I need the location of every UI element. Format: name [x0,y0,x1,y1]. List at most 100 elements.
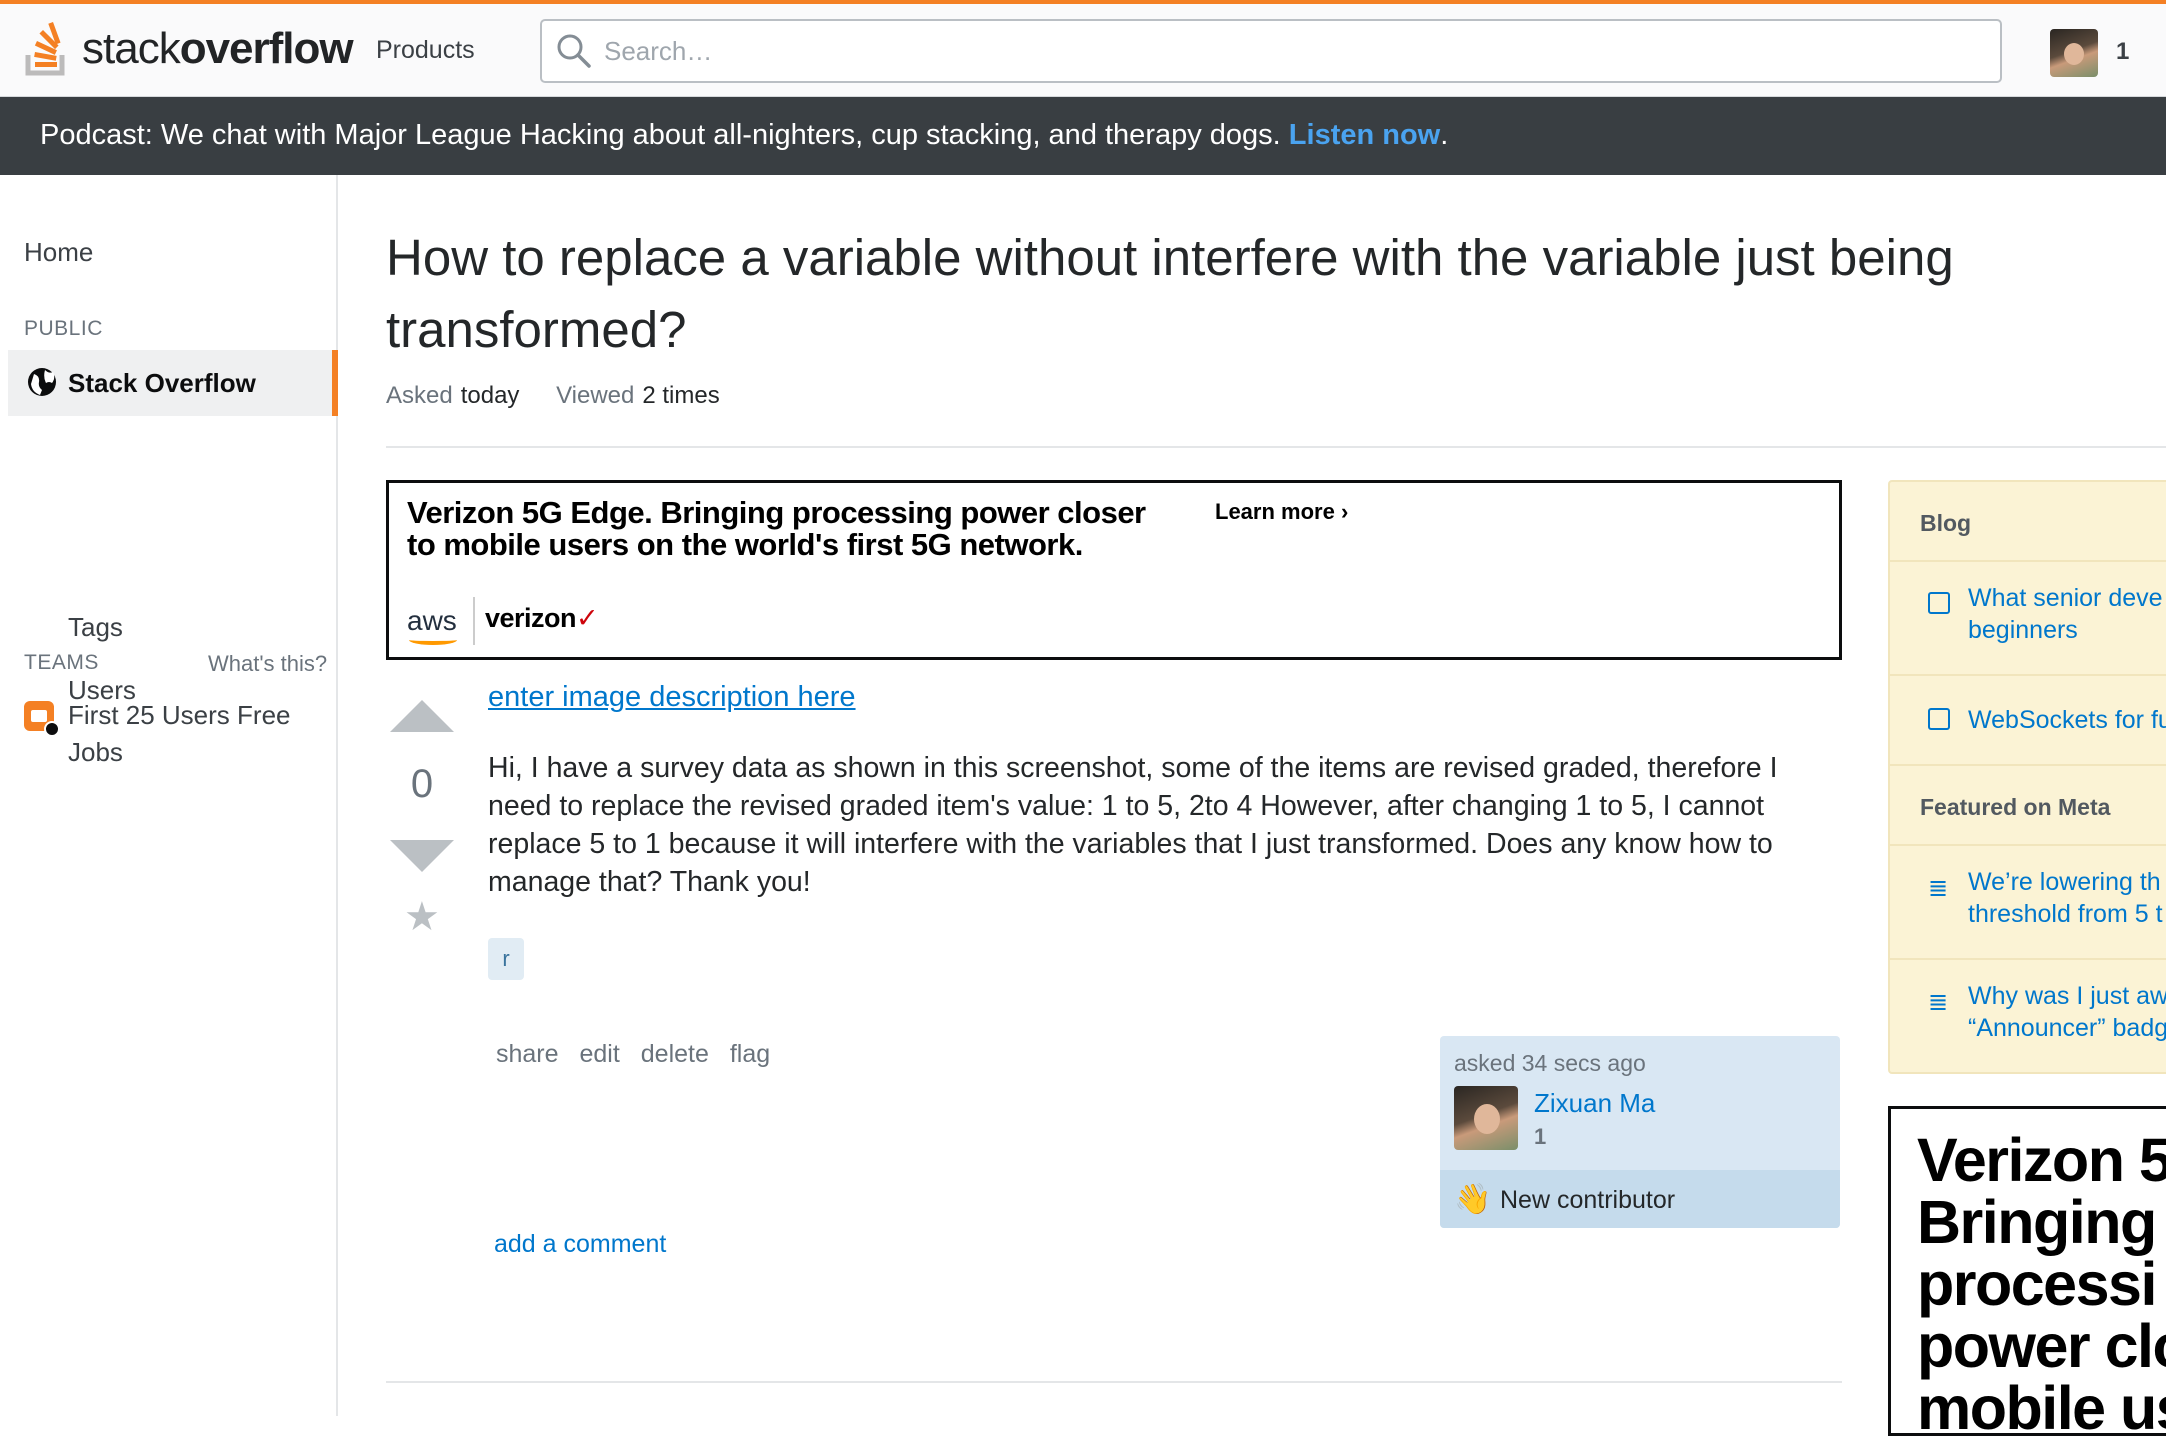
waving-hand-icon: 👋 [1454,1183,1492,1216]
stack-overflow-small-icon: ≣ [1928,875,1949,902]
products-link[interactable]: Products [376,36,475,65]
aws-smile-icon [409,635,457,645]
divider [386,1381,1842,1383]
question-body: Hi, I have a survey data as shown in thi… [488,752,1778,898]
logo-link[interactable]: stackoverflow [22,16,354,82]
blog-item[interactable]: What senior deve beginners [1890,562,2166,676]
search-box[interactable] [540,19,2002,83]
listen-now-link[interactable]: Listen now [1289,119,1440,151]
nav-public-heading: PUBLIC [24,317,103,340]
ad-line: Bringing [1917,1188,2157,1256]
banner-text: Podcast: We chat with Major League Hacki… [40,119,1289,151]
meta-item[interactable]: ≣ We’re lowering th threshold from 5 t [1890,846,2166,960]
whats-this-link[interactable]: What's this? [208,651,327,677]
post-owner-card: asked 34 secs ago Zixuan Ma 1 👋 New cont… [1440,1036,1840,1228]
meta-item-line1: Why was I just aw [1968,982,2166,1010]
ad-line: processi [1917,1250,2157,1318]
blog-item[interactable]: WebSockets for fu [1890,676,2166,766]
stack-overflow-small-icon: ≣ [1928,989,1949,1016]
ad-learn-more-label: Learn more [1215,499,1335,524]
meta-item-title[interactable]: Why was I just aw “Announcer” badg [1968,980,2166,1044]
avatar-face [1474,1104,1500,1134]
meta-item-line1: We’re lowering th [1968,868,2161,896]
chevron-right-icon: › [1340,499,1349,524]
banner-trail: . [1440,119,1449,151]
nav-stack-overflow[interactable]: Stack Overflow [8,350,338,416]
nav-teams-heading: TEAMS [24,651,99,674]
podcast-banner: Podcast: We chat with Major League Hacki… [0,97,2166,175]
meta-item-line2: “Announcer” badg [1968,1014,2166,1042]
ad-learn-more-link[interactable]: Learn more › [1215,499,1348,525]
question-meta: Asked today Viewed 2 times [386,382,750,410]
asked-value: today [460,382,520,409]
nav-tags[interactable]: Tags [68,612,123,643]
owner-reputation: 1 [1534,1124,1547,1149]
aws-logo: aws [407,605,457,636]
top-bar: stackoverflow Products 1 [0,0,2166,97]
logo-bold-text: overflow [179,24,354,73]
blog-item-line1: What senior deve [1968,584,2163,612]
comment-bubble-icon [1928,708,1950,737]
edit-link[interactable]: edit [580,1040,620,1068]
tag-r[interactable]: r [488,938,524,980]
avatar-face [2064,43,2084,65]
image-description-link[interactable]: enter image description here [488,681,856,714]
delete-link[interactable]: delete [641,1040,709,1068]
blog-item-title[interactable]: WebSockets for fu [1968,704,2166,736]
logo-light-text: stack [82,24,181,73]
user-avatar[interactable] [2050,29,2098,77]
ad-line: Verizon 5 [1917,1126,2166,1194]
flag-link[interactable]: flag [730,1040,770,1068]
ad-line: mobile us [1917,1374,2166,1436]
upvote-button[interactable] [390,700,454,732]
ad-logo-separator [473,597,475,645]
verizon-check-icon: ✓ [576,603,599,633]
globe-icon [28,368,56,396]
post-menu: share edit delete flag [496,1040,770,1069]
nav-first-users-free[interactable]: First 25 Users Free [24,700,291,737]
left-sidebar: Home PUBLIC Stack Overflow Tags Users Jo… [0,175,338,1416]
blog-header: Blog [1890,482,2166,562]
info-dot-icon [44,720,60,737]
blog-item-line2: beginners [1968,616,2078,644]
meta-item-line2: threshold from 5 t [1968,900,2163,928]
new-contributor-badge[interactable]: 👋 New contributor [1440,1170,1840,1228]
search-icon [557,34,591,68]
verizon-wordmark: verizon [485,603,577,633]
divider [386,446,2166,448]
stack-overflow-logo-icon [25,22,65,76]
blog-widget: Blog What senior deve beginners WebSocke… [1888,480,2166,1074]
asked-label: Asked [386,382,453,409]
add-comment-link[interactable]: add a comment [494,1230,666,1259]
nav-home[interactable]: Home [24,237,93,268]
favorite-star-icon[interactable]: ★ [404,897,440,937]
ad-headline: Verizon 5G Edge. Bringing processing pow… [407,497,1146,561]
briefcase-icon [24,700,60,737]
first-users-free-label: First 25 Users Free [68,700,291,730]
asked-time[interactable]: asked 34 secs ago [1454,1050,1646,1077]
viewed-label: Viewed [556,382,635,409]
new-contributor-label: New contributor [1500,1186,1676,1214]
share-link[interactable]: share [496,1040,559,1068]
featured-meta-header: Featured on Meta [1890,766,2166,846]
meta-item[interactable]: ≣ Why was I just aw “Announcer” badg [1890,960,2166,1072]
owner-avatar[interactable] [1454,1086,1518,1150]
nav-stack-overflow-label: Stack Overflow [68,368,256,398]
meta-item-title[interactable]: We’re lowering th threshold from 5 t [1968,866,2166,930]
ad-headline-line2: to mobile users on the world's first 5G … [407,527,1083,562]
logo-wordmark: stackoverflow [82,24,354,74]
advertisement-banner[interactable]: Verizon 5G Edge. Bringing processing pow… [386,480,1842,660]
search-input[interactable] [604,31,1984,71]
user-reputation[interactable]: 1 [2116,38,2129,66]
owner-name-link[interactable]: Zixuan Ma [1534,1088,1655,1119]
question-title[interactable]: How to replace a variable without interf… [386,222,2146,366]
sidebar-ad-text: Verizon 5 Bringing processi power clo mo… [1917,1126,2166,1436]
nav-jobs[interactable]: Jobs [68,737,123,768]
blog-item-title[interactable]: What senior deve beginners [1968,582,2166,646]
sidebar-advertisement[interactable]: Verizon 5 Bringing processi power clo mo… [1888,1106,2166,1436]
ad-headline-line1: Verizon 5G Edge. Bringing processing pow… [407,495,1146,530]
comment-bubble-icon [1928,592,1950,621]
viewed-value: 2 times [642,382,720,409]
downvote-button[interactable] [390,840,454,872]
vote-count: 0 [410,762,434,806]
